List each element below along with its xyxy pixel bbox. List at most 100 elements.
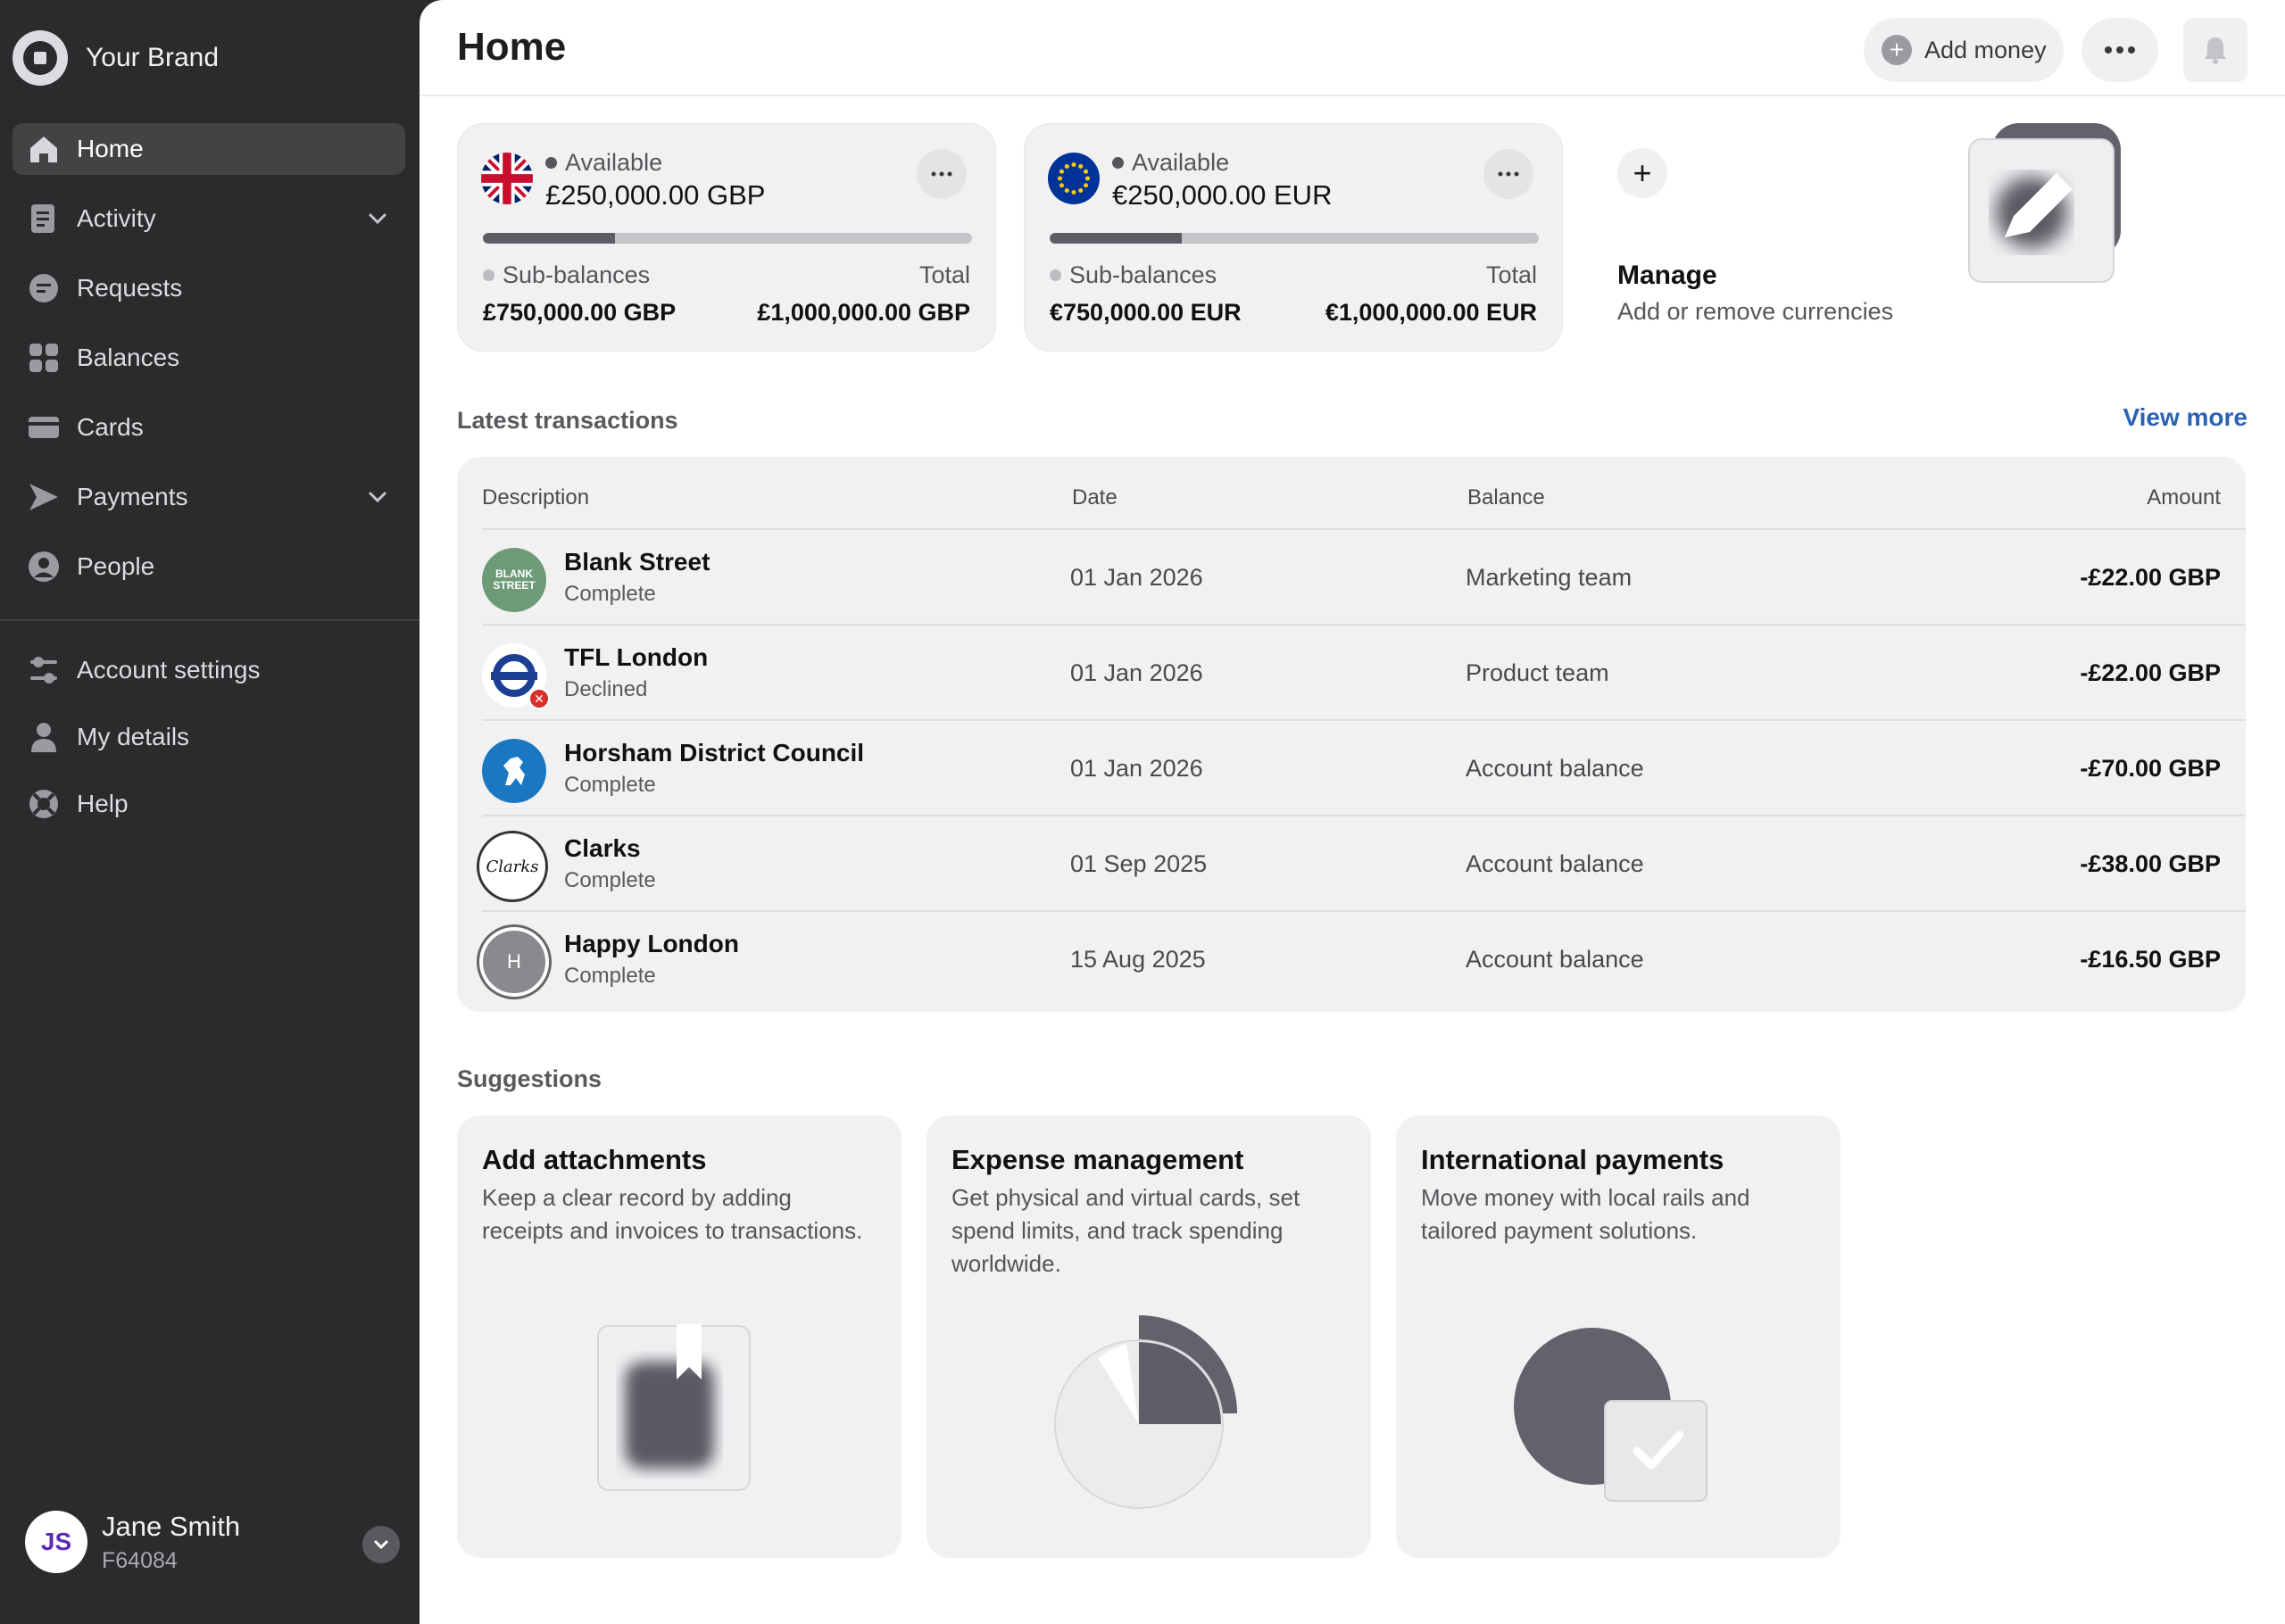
- transaction-date: 01 Jan 2026: [1070, 659, 1203, 686]
- chevron-down-icon[interactable]: [366, 207, 389, 230]
- balance-progress-bar: [1050, 233, 1539, 244]
- sidebar-item-cards[interactable]: Cards: [12, 402, 405, 453]
- sidebar-item-home[interactable]: Home: [12, 123, 405, 175]
- transaction-status: Declined: [564, 677, 648, 701]
- add-money-label: Add money: [1924, 36, 2047, 63]
- column-header-amount[interactable]: Amount: [2147, 485, 2221, 510]
- column-header-description[interactable]: Description: [482, 485, 589, 510]
- sidebar-item-activity[interactable]: Activity: [12, 193, 405, 244]
- payments-icon: [27, 480, 61, 514]
- user-menu-button[interactable]: [362, 1526, 400, 1563]
- merchant-name: Clarks: [564, 834, 641, 862]
- transaction-balance: Account balance: [1466, 946, 1644, 973]
- chevron-down-icon[interactable]: [366, 485, 389, 509]
- table-row[interactable]: H Happy London Complete 15 Aug 2025 Acco…: [479, 910, 2246, 1006]
- total-label: Total: [1485, 261, 1537, 288]
- manage-currencies-card[interactable]: + Manage Add or remove currencies: [1594, 123, 2133, 352]
- transaction-status: Complete: [564, 868, 656, 892]
- suggestion-card-international-payments[interactable]: International payments Move money with l…: [1396, 1115, 1840, 1558]
- sidebar-item-label: Help: [77, 790, 129, 817]
- transactions-table: Description Date Balance Amount BLANK ST…: [457, 457, 2246, 1012]
- brand-logo-icon: [12, 30, 68, 86]
- sidebar-item-my-details[interactable]: My details: [12, 711, 405, 763]
- table-row[interactable]: ✕ TFL London Declined 01 Jan 2026 Produc…: [482, 624, 2246, 719]
- user-name: Jane Smith: [102, 1510, 241, 1542]
- transaction-status: Complete: [564, 582, 656, 606]
- ellipsis-icon: [931, 171, 952, 177]
- home-icon: [27, 132, 61, 166]
- table-row[interactable]: Clarks Clarks Complete 01 Sep 2025 Accou…: [477, 815, 2246, 910]
- add-money-button[interactable]: + Add money: [1864, 18, 2064, 82]
- transaction-balance: Account balance: [1466, 755, 1644, 782]
- ellipsis-icon: [1498, 171, 1519, 177]
- sidebar-item-requests[interactable]: Requests: [12, 262, 405, 314]
- suggestion-card-expense-management[interactable]: Expense management Get physical and virt…: [926, 1115, 1371, 1558]
- user-profile[interactable]: JS Jane Smith F64084: [25, 1510, 400, 1574]
- transaction-status: Complete: [564, 964, 656, 988]
- sidebar-item-help[interactable]: Help: [12, 778, 405, 830]
- suggestion-description: Get physical and virtual cards, set spen…: [951, 1184, 1300, 1277]
- card-options-button[interactable]: [917, 149, 967, 199]
- suggestions-section-title: Suggestions: [457, 1065, 602, 1092]
- globe-check-illustration-icon: [1514, 1328, 1708, 1502]
- activity-icon: [27, 202, 61, 236]
- clarks-logo-icon: Clarks: [477, 831, 548, 902]
- total-amount: €1,000,000.00 EUR: [1325, 299, 1537, 326]
- transaction-date: 15 Aug 2025: [1070, 946, 1206, 973]
- sidebar-item-label: Payments: [77, 483, 188, 510]
- transaction-date: 01 Jan 2026: [1070, 755, 1203, 782]
- sidebar-item-account-settings[interactable]: Account settings: [12, 644, 405, 696]
- table-header: Description Date Balance Amount: [457, 457, 2246, 528]
- transaction-amount: -£16.50 GBP: [2080, 946, 2221, 973]
- transaction-balance: Account balance: [1466, 850, 1644, 877]
- sub-balances-label: Sub-balances: [483, 261, 650, 289]
- sidebar-item-people[interactable]: People: [12, 541, 405, 592]
- sub-balances-amount: €750,000.00 EUR: [1050, 299, 1242, 326]
- suggestion-title: Add attachments: [482, 1144, 707, 1175]
- card-options-button[interactable]: [1483, 149, 1533, 199]
- transaction-date: 01 Sep 2025: [1070, 850, 1208, 877]
- pencil-illustration-icon: [1968, 123, 2121, 283]
- balance-card-gbp[interactable]: Available £250,000.00 GBP Sub-balances T…: [457, 123, 996, 352]
- balance-card-eur[interactable]: Available €250,000.00 EUR Sub-balances T…: [1024, 123, 1563, 352]
- more-options-button[interactable]: [2081, 18, 2158, 82]
- merchant-name: Blank Street: [564, 548, 710, 576]
- column-header-balance[interactable]: Balance: [1467, 485, 1545, 510]
- happy-london-logo-icon: H: [479, 927, 549, 997]
- chevron-down-icon: [374, 1540, 388, 1550]
- sidebar-item-balances[interactable]: Balances: [12, 332, 405, 384]
- sidebar-item-label: Balances: [77, 344, 180, 371]
- main-content: Home + Add money Available £250,000.00 G…: [420, 0, 2285, 1624]
- table-row[interactable]: BLANK STREET Blank Street Complete 01 Ja…: [482, 528, 2246, 624]
- table-row[interactable]: Horsham District Council Complete 01 Jan…: [482, 719, 2246, 815]
- eu-flag-icon: [1048, 153, 1100, 204]
- uk-flag-icon: [481, 153, 533, 204]
- help-lifebuoy-icon: [27, 787, 61, 821]
- suggestion-title: Expense management: [951, 1144, 1244, 1175]
- suggestion-title: International payments: [1421, 1144, 1724, 1175]
- column-header-date[interactable]: Date: [1072, 485, 1118, 510]
- balance-progress-bar: [483, 233, 972, 244]
- suggestion-description: Keep a clear record by adding receipts a…: [482, 1184, 863, 1244]
- transaction-balance: Product team: [1466, 659, 1609, 686]
- transaction-balance: Marketing team: [1466, 564, 1633, 591]
- plus-icon: +: [1882, 35, 1912, 65]
- balances-icon: [27, 341, 61, 375]
- sidebar-item-label: My details: [77, 723, 190, 750]
- sidebar-item-payments[interactable]: Payments: [12, 471, 405, 523]
- add-currency-button[interactable]: +: [1617, 148, 1667, 198]
- brand[interactable]: Your Brand: [12, 27, 219, 89]
- ellipsis-icon: [2105, 46, 2135, 54]
- total-amount: £1,000,000.00 GBP: [757, 299, 970, 326]
- suggestion-card-add-attachments[interactable]: Add attachments Keep a clear record by a…: [457, 1115, 902, 1558]
- notifications-button[interactable]: [2183, 18, 2248, 82]
- page-title: Home: [457, 25, 567, 69]
- sidebar-item-label: Requests: [77, 274, 183, 302]
- transaction-amount: -£22.00 GBP: [2080, 659, 2221, 686]
- user-id: F64084: [102, 1547, 178, 1573]
- transactions-section-title: Latest transactions: [457, 407, 678, 434]
- transaction-amount: -£70.00 GBP: [2080, 755, 2221, 782]
- sub-balances-amount: £750,000.00 GBP: [483, 299, 677, 326]
- settings-sliders-icon: [27, 653, 61, 687]
- view-more-link[interactable]: View more: [2123, 403, 2248, 432]
